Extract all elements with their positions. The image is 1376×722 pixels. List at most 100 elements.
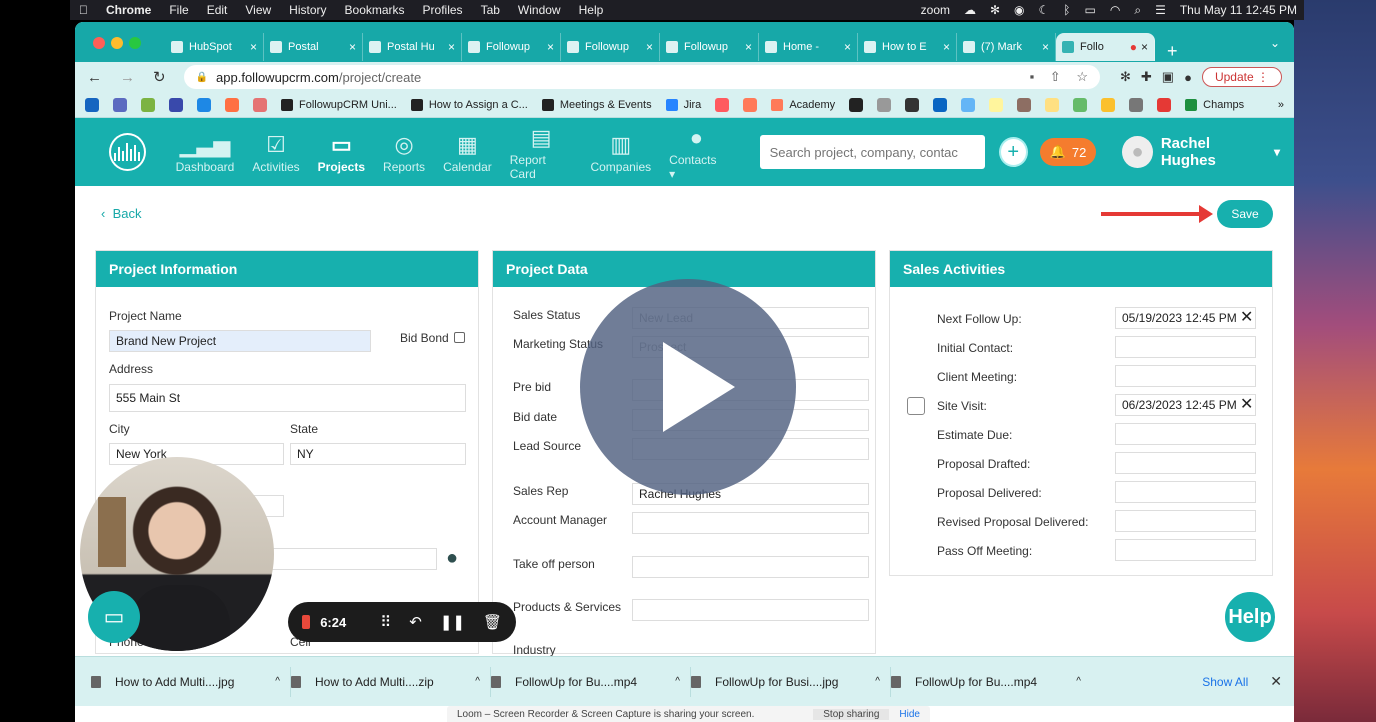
bookmark-icon[interactable] bbox=[1017, 97, 1032, 112]
new-tab-icon[interactable]: + bbox=[1167, 41, 1178, 62]
tab-marketing[interactable]: (7) Mark × bbox=[957, 33, 1056, 61]
maximize-window-icon[interactable] bbox=[129, 37, 141, 49]
account-manager-select[interactable] bbox=[632, 512, 869, 534]
trash-icon[interactable]: 🗑 bbox=[483, 613, 502, 631]
wifi-icon[interactable]: ◠ bbox=[1110, 3, 1120, 17]
close-tab-icon[interactable]: × bbox=[646, 40, 653, 54]
linkedin-icon[interactable] bbox=[933, 97, 948, 112]
cloud-icon[interactable]: ☁ bbox=[964, 3, 976, 17]
control-center-icon[interactable]: ☰ bbox=[1155, 3, 1166, 17]
clear-icon[interactable]: ✕ bbox=[1240, 307, 1253, 327]
bookmark-icon[interactable] bbox=[877, 97, 892, 112]
followup-logo[interactable] bbox=[109, 133, 146, 171]
download-item[interactable]: FollowUp for Busi....jpg ^ bbox=[691, 666, 891, 697]
proposal-drafted-input[interactable] bbox=[1115, 452, 1256, 474]
bookmark-champs[interactable]: Champs bbox=[1185, 98, 1244, 111]
airbnb-icon[interactable] bbox=[715, 97, 730, 112]
back-arrow-icon[interactable]: ← bbox=[87, 69, 102, 86]
share-icon[interactable]: ⇧ bbox=[1050, 69, 1061, 84]
bluetooth-icon[interactable]: ᛒ bbox=[1063, 3, 1070, 17]
pass-off-meeting-input[interactable] bbox=[1115, 539, 1256, 561]
download-item[interactable]: FollowUp for Bu....mp4 ^ bbox=[891, 667, 1091, 697]
state-input[interactable]: NY bbox=[290, 443, 466, 465]
reload-icon[interactable]: ↻ bbox=[153, 68, 166, 86]
puzzle-icon[interactable]: ✚ bbox=[1141, 69, 1152, 85]
chat-icon[interactable]: ▭ bbox=[88, 591, 140, 643]
sidebar-icon[interactable]: ▣ bbox=[1162, 69, 1174, 85]
download-item[interactable]: How to Add Multi....jpg ^ bbox=[91, 666, 291, 697]
help-button[interactable]: Help bbox=[1222, 589, 1278, 645]
tab-followup-2[interactable]: Followup × bbox=[561, 33, 660, 61]
graduation-cap-icon[interactable] bbox=[905, 97, 920, 112]
tab-home[interactable]: Home - × bbox=[759, 33, 858, 61]
menu-file[interactable]: File bbox=[169, 3, 188, 17]
hubspot-icon[interactable] bbox=[225, 97, 239, 112]
tab-hubspot[interactable]: HubSpot × bbox=[165, 33, 264, 61]
bid-bond-checkbox[interactable] bbox=[454, 332, 465, 343]
search-input[interactable] bbox=[759, 135, 985, 169]
add-contact-icon[interactable]: ● bbox=[446, 547, 458, 570]
close-tab-icon[interactable]: × bbox=[745, 40, 752, 54]
address-input[interactable]: 555 Main St bbox=[109, 384, 466, 412]
bookmark-jira[interactable]: Jira bbox=[665, 98, 701, 111]
menu-history[interactable]: History bbox=[289, 3, 326, 17]
bookmark-followupcrm[interactable]: FollowupCRM Uni... bbox=[281, 98, 397, 111]
bookmark-icon[interactable] bbox=[141, 97, 155, 112]
menu-view[interactable]: View bbox=[245, 3, 271, 17]
bookmark-how-to-assign[interactable]: How to Assign a C... bbox=[410, 98, 528, 111]
chevron-up-icon[interactable]: ^ bbox=[475, 676, 480, 687]
moon-icon[interactable]: ☾ bbox=[1039, 3, 1050, 17]
outlook-icon[interactable] bbox=[85, 97, 99, 112]
star-icon[interactable]: ☆ bbox=[1076, 69, 1088, 84]
close-tab-icon[interactable]: × bbox=[349, 40, 356, 54]
update-button[interactable]: Update ⋮ bbox=[1201, 67, 1282, 87]
bookmark-icon[interactable] bbox=[1045, 97, 1060, 112]
nav-report-card[interactable]: ▤ Report Card bbox=[510, 123, 573, 181]
profile-icon[interactable]: ● bbox=[1184, 70, 1192, 85]
close-icon[interactable]: ✕ bbox=[1270, 673, 1282, 690]
gear-icon[interactable]: ✻ bbox=[990, 3, 1000, 17]
menu-window[interactable]: Window bbox=[518, 3, 561, 17]
nav-reports[interactable]: ◎ Reports bbox=[383, 130, 425, 174]
initial-contact-input[interactable] bbox=[1115, 336, 1256, 358]
close-tab-icon[interactable]: × bbox=[448, 40, 455, 54]
nav-dashboard[interactable]: ▁▃▅ Dashboard bbox=[176, 130, 235, 174]
notifications-badge[interactable]: 🔔 72 bbox=[1039, 138, 1097, 166]
bookmark-icon[interactable] bbox=[197, 97, 211, 112]
menu-help[interactable]: Help bbox=[579, 3, 604, 17]
nav-activities[interactable]: ☑ Activities bbox=[252, 130, 299, 174]
save-button[interactable]: Save bbox=[1217, 200, 1273, 228]
zoom-status[interactable]: zoom bbox=[921, 3, 950, 17]
battery-icon[interactable]: ▭ bbox=[1085, 3, 1096, 17]
chevron-up-icon[interactable]: ^ bbox=[675, 676, 680, 687]
video-play-button[interactable] bbox=[580, 279, 796, 495]
site-visit-input[interactable]: 06/23/2023 12:45 PM bbox=[1115, 394, 1256, 416]
gear-bookmark-icon[interactable] bbox=[113, 97, 127, 112]
lightbulb-icon[interactable] bbox=[989, 97, 1004, 112]
bookmark-meetings[interactable]: Meetings & Events bbox=[541, 98, 652, 111]
clear-icon[interactable]: ✕ bbox=[1240, 394, 1253, 414]
products-services-select[interactable] bbox=[632, 599, 869, 621]
bookmark-icon[interactable] bbox=[253, 97, 267, 112]
tab-postal-hub[interactable]: Postal Hu × bbox=[363, 33, 462, 61]
camera-icon[interactable]: ▪ bbox=[1030, 69, 1035, 84]
bookmark-icon[interactable] bbox=[1129, 97, 1144, 112]
forward-arrow-icon[interactable]: → bbox=[120, 69, 135, 86]
close-tab-icon[interactable]: × bbox=[547, 40, 554, 54]
menu-bookmarks[interactable]: Bookmarks bbox=[345, 3, 405, 17]
take-off-person-select[interactable] bbox=[632, 556, 869, 578]
hubspot-icon[interactable] bbox=[743, 97, 758, 112]
download-item[interactable]: FollowUp for Bu....mp4 ^ bbox=[491, 666, 691, 697]
show-all-link[interactable]: Show All bbox=[1202, 675, 1248, 689]
tab-postal[interactable]: Postal × bbox=[264, 33, 363, 61]
extension-icon[interactable]: ✻ bbox=[1120, 69, 1131, 85]
menubar-datetime[interactable]: Thu May 11 12:45 PM bbox=[1180, 3, 1297, 17]
apple-icon[interactable]:  bbox=[79, 3, 88, 17]
chevron-down-icon[interactable]: ⌄ bbox=[1270, 36, 1280, 50]
record-icon[interactable]: ◉ bbox=[1014, 3, 1024, 17]
nav-calendar[interactable]: ▦ Calendar bbox=[443, 130, 492, 174]
estimate-due-input[interactable] bbox=[1115, 423, 1256, 445]
menu-profiles[interactable]: Profiles bbox=[423, 3, 463, 17]
close-window-icon[interactable] bbox=[93, 37, 105, 49]
close-tab-icon[interactable]: × bbox=[1141, 40, 1148, 54]
